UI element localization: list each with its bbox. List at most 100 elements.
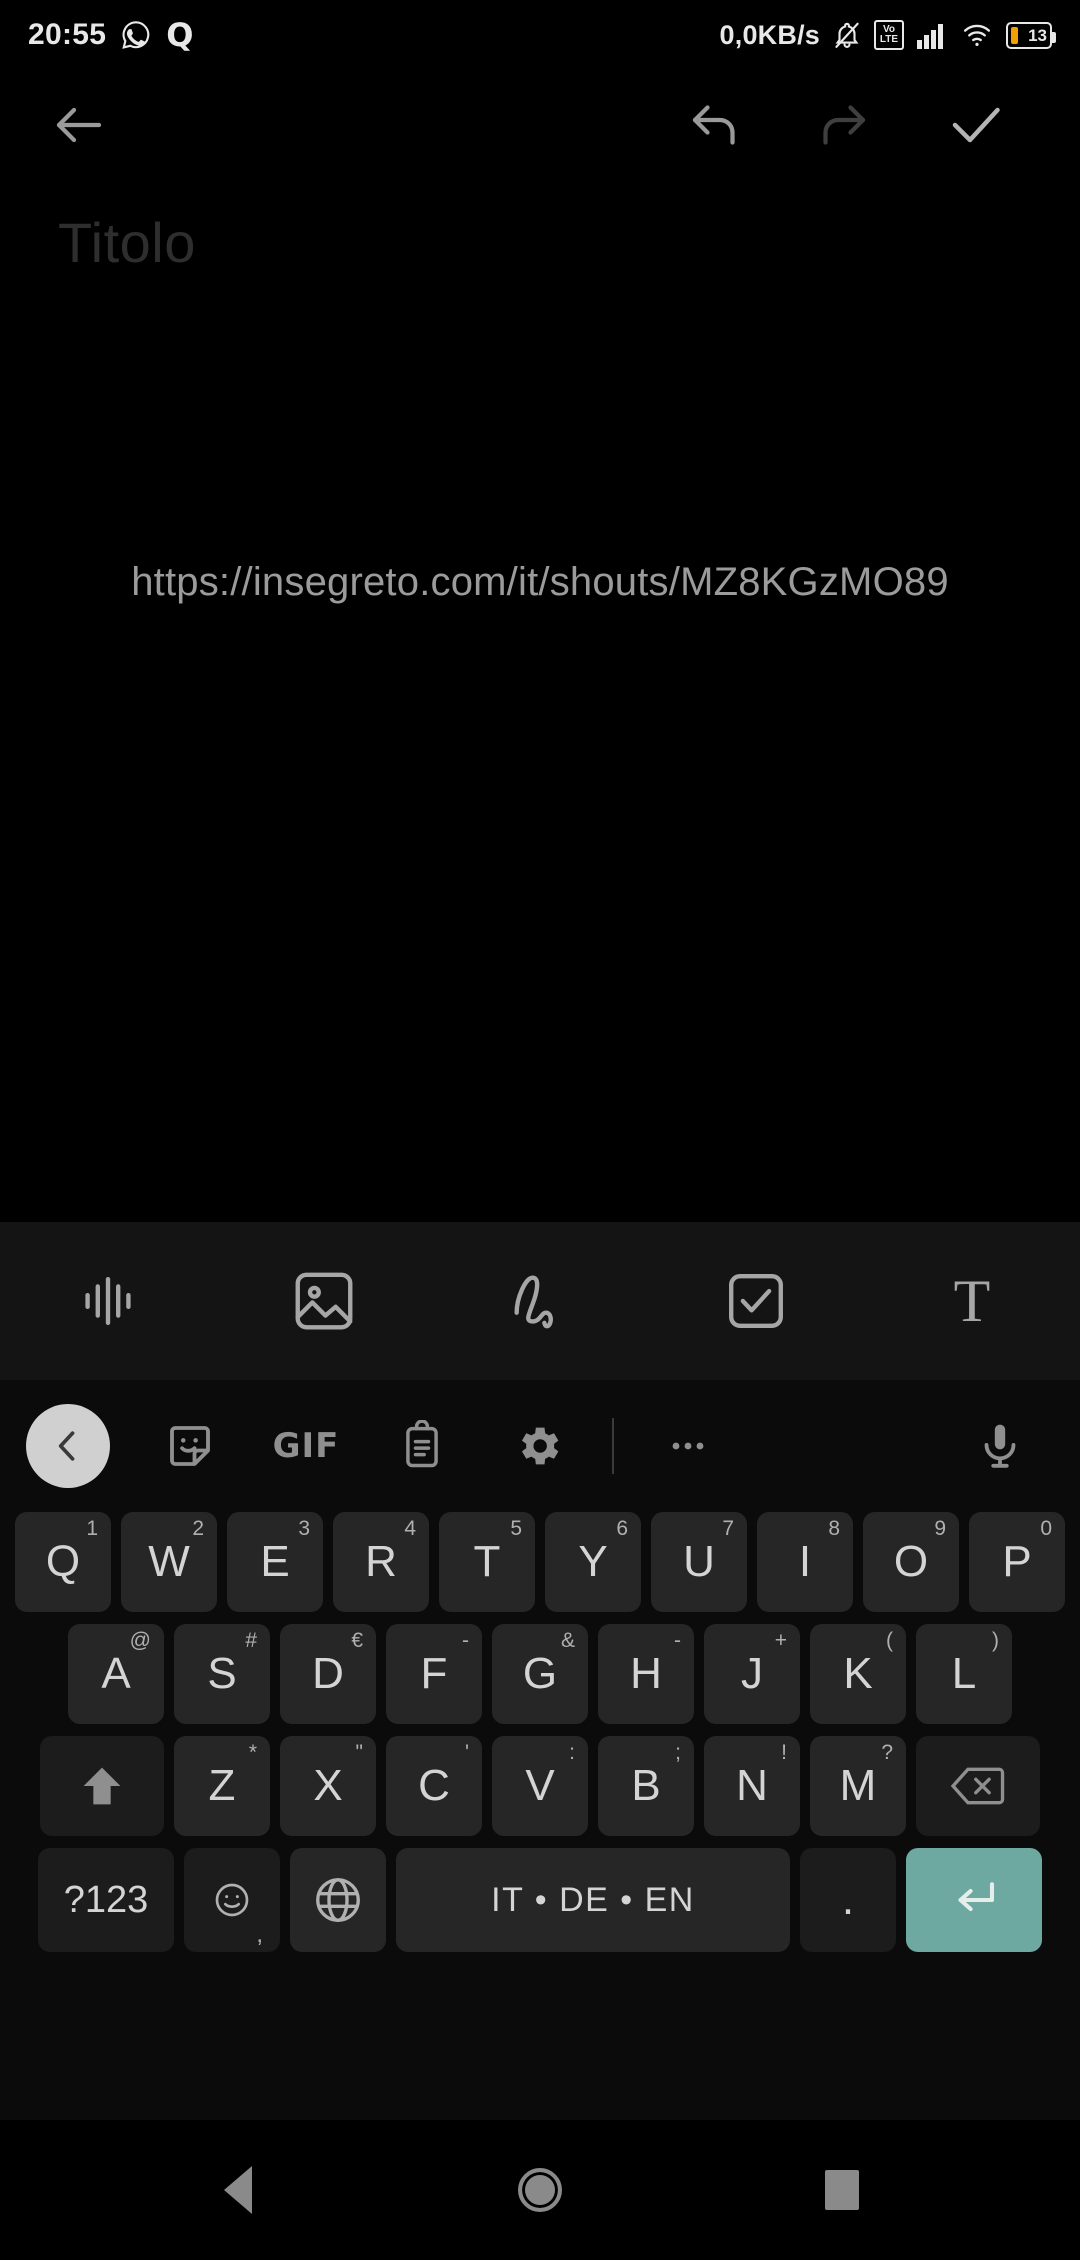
backspace-icon	[950, 1767, 1005, 1805]
clipboard-paste-icon	[406, 1420, 438, 1468]
sticker-icon[interactable]	[132, 1388, 248, 1504]
key-y[interactable]: 6Y	[545, 1512, 641, 1612]
key-d[interactable]: € D	[280, 1624, 376, 1724]
nav-recents-button[interactable]	[802, 2150, 882, 2230]
key-k[interactable]: (K	[810, 1624, 906, 1724]
nav-home-icon	[518, 2168, 562, 2212]
key-v[interactable]: :V	[492, 1736, 588, 1836]
key-f[interactable]: -F	[386, 1624, 482, 1724]
nav-back-button[interactable]	[198, 2150, 278, 2230]
image-picture-icon	[295, 1272, 353, 1330]
key-g[interactable]: & G	[492, 1624, 588, 1724]
network-speed-text: 0,0KB/s	[719, 19, 820, 50]
more-options-icon[interactable]	[630, 1388, 746, 1504]
keyboard-toolbar: GIF	[0, 1380, 1080, 1512]
emoji-comma-label: ,	[256, 1921, 263, 1948]
microphone-icon[interactable]	[942, 1388, 1058, 1504]
whatsapp-icon	[120, 19, 152, 51]
globe-icon	[316, 1878, 360, 1922]
nav-back-icon	[224, 2166, 252, 2214]
space-key[interactable]: IT • DE • EN	[396, 1848, 790, 1952]
key-e[interactable]: 3E	[227, 1512, 323, 1612]
key-h[interactable]: -H	[598, 1624, 694, 1724]
gif-label: GIF	[272, 1426, 340, 1466]
nav-home-button[interactable]	[500, 2150, 580, 2230]
key-r[interactable]: 4R	[333, 1512, 429, 1612]
nav-recents-icon	[825, 2170, 859, 2210]
undo-button[interactable]	[672, 82, 758, 168]
key-z[interactable]: * Z	[174, 1736, 270, 1836]
status-clock: 20:55	[28, 18, 107, 51]
key-p[interactable]: 0P	[969, 1512, 1065, 1612]
period-key[interactable]: .	[800, 1848, 896, 1952]
key-j[interactable]: + J	[704, 1624, 800, 1724]
symbols-key[interactable]: ?123	[38, 1848, 174, 1952]
redo-button[interactable]	[800, 82, 886, 168]
scribble-draw-icon	[514, 1275, 553, 1329]
gear-icon	[521, 1427, 559, 1465]
key-i[interactable]: 8I	[757, 1512, 853, 1612]
keyboard-row-4: ?123 , IT • DE • EN .	[6, 1848, 1074, 1952]
drawing-icon[interactable]	[480, 1241, 600, 1361]
phone-screen: 20:55 Q 0,0KB/s Vo LTE 13 Titolo https:/…	[0, 0, 1080, 2260]
status-bar: 20:55 Q 0,0KB/s Vo LTE 13	[0, 0, 1080, 70]
note-title-placeholder[interactable]: Titolo	[58, 210, 196, 275]
key-s[interactable]: # S	[174, 1624, 270, 1724]
quora-icon: Q	[166, 16, 194, 54]
note-body-text[interactable]: https://insegreto.com/it/shouts/MZ8KGzMO…	[0, 560, 1080, 605]
key-m[interactable]: ? M	[810, 1736, 906, 1836]
text-format-letter: T	[953, 1267, 991, 1334]
text-format-icon[interactable]: T	[912, 1241, 1032, 1361]
back-chevron-button[interactable]	[26, 1404, 110, 1488]
key-t[interactable]: 5T	[439, 1512, 535, 1612]
status-bar-right: 0,0KB/s Vo LTE 13	[719, 19, 1056, 51]
keyboard-row-2: @ A # S € D -F & G -H + J (K ) L	[6, 1624, 1074, 1724]
key-a[interactable]: @ A	[68, 1624, 164, 1724]
status-bar-left: 20:55 Q	[28, 18, 193, 52]
shift-arrow-icon	[83, 1767, 121, 1805]
app-bar	[0, 70, 1080, 180]
checklist-icon[interactable]	[696, 1241, 816, 1361]
backspace-key[interactable]	[916, 1736, 1040, 1836]
done-button[interactable]	[932, 82, 1018, 168]
key-b[interactable]: ; B	[598, 1736, 694, 1836]
notifications-muted-icon	[832, 20, 862, 50]
emoji-smiley-icon	[215, 1883, 249, 1917]
image-icon[interactable]	[264, 1241, 384, 1361]
enter-return-icon	[958, 1882, 995, 1912]
redo-icon	[823, 105, 866, 145]
keyboard: GIF 1 Q 2 W 3 E 4 R 5 T 6 Y 7 U 8 I 9 O …	[0, 1380, 1080, 2120]
system-nav-bar	[0, 2120, 1080, 2260]
emoji-key[interactable]: ,	[184, 1848, 280, 1952]
key-w[interactable]: 2W	[121, 1512, 217, 1612]
key-l[interactable]: ) L	[916, 1624, 1012, 1724]
mic-icon	[984, 1424, 1016, 1468]
chevron-left-icon	[58, 1431, 75, 1461]
sticker-face-icon	[170, 1426, 210, 1466]
keyboard-row-3: * Z " X ' C :V ; B ! N ? M	[6, 1736, 1074, 1836]
toolbar-divider	[612, 1418, 614, 1474]
keyboard-row-1: 1Q 2W 3E 4R 5T 6Y 7U 8I 9O 0P	[6, 1512, 1074, 1612]
key-u[interactable]: 7U	[651, 1512, 747, 1612]
checkbox-list-icon	[729, 1274, 783, 1328]
enter-key[interactable]	[906, 1848, 1042, 1952]
gif-button[interactable]: GIF	[248, 1388, 364, 1504]
language-globe-key[interactable]	[290, 1848, 386, 1952]
key-n[interactable]: ! N	[704, 1736, 800, 1836]
key-c[interactable]: ' C	[386, 1736, 482, 1836]
clipboard-icon[interactable]	[364, 1388, 480, 1504]
shift-key[interactable]	[40, 1736, 164, 1836]
audio-waveform-icon	[85, 1276, 131, 1326]
back-button[interactable]	[36, 82, 122, 168]
volte-icon: Vo LTE	[874, 20, 904, 50]
key-o[interactable]: 9O	[863, 1512, 959, 1612]
wifi-icon	[960, 20, 994, 50]
audio-recording-icon[interactable]	[48, 1241, 168, 1361]
editor-toolbar: T	[0, 1222, 1080, 1380]
settings-gear-icon[interactable]	[480, 1388, 596, 1504]
back-arrow-icon	[56, 107, 102, 143]
key-x[interactable]: " X	[280, 1736, 376, 1836]
undo-icon	[692, 105, 735, 145]
key-q[interactable]: 1Q	[15, 1512, 111, 1612]
check-icon	[952, 107, 1000, 143]
